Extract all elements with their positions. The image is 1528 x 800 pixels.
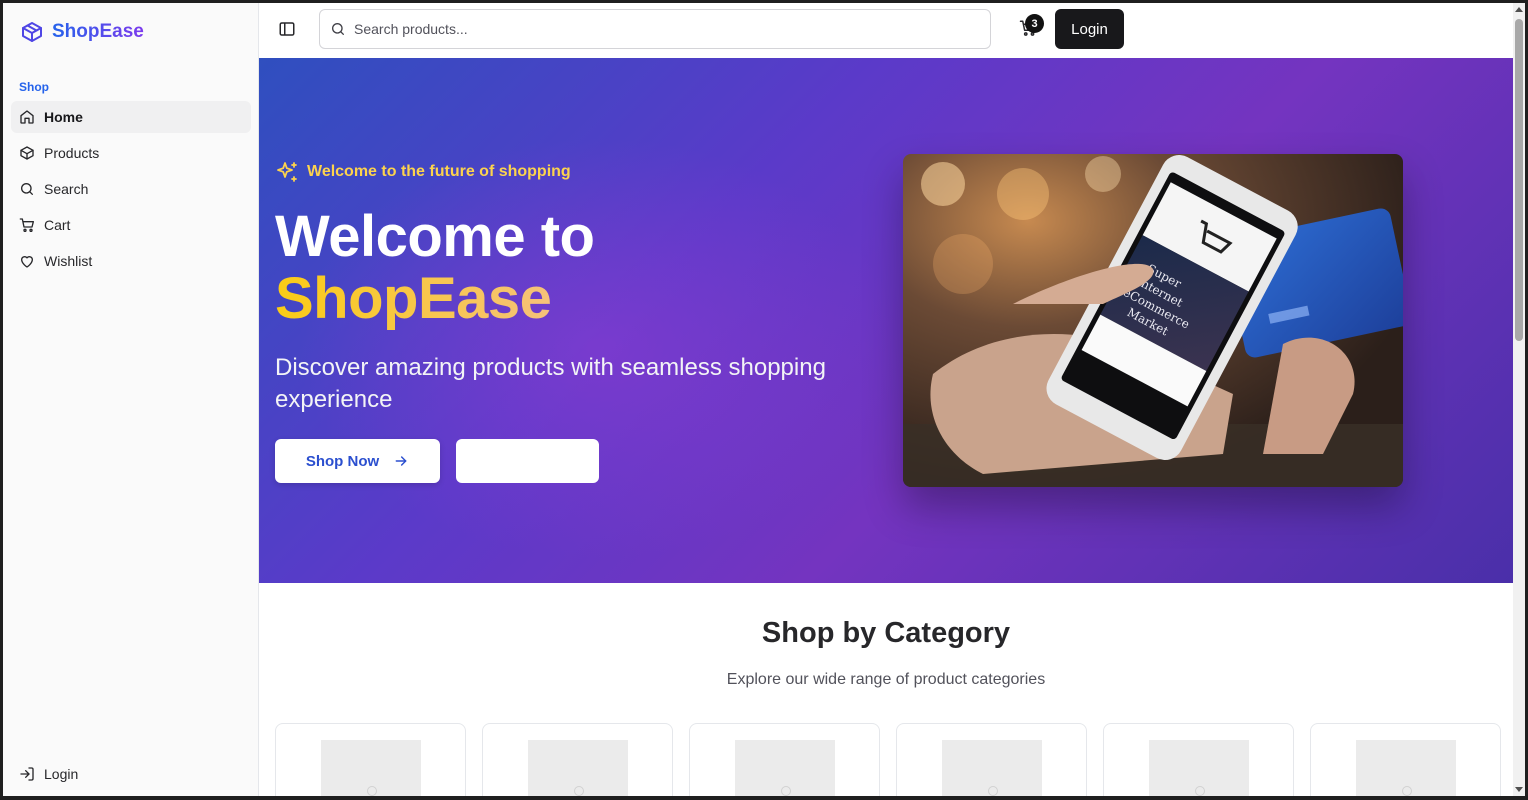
category-section-title: Shop by Category [761,617,1011,649]
main-content: 3 Login Welcome to the future of shoppin… [259,3,1513,796]
sidebar-login-label: Login [44,766,79,782]
scroll-up-arrow-icon[interactable] [1515,7,1523,12]
category-card[interactable] [482,723,673,796]
hero-tagline-text: Welcome to the future of shopping [307,163,571,180]
sidebar-item-home[interactable]: Home [11,101,251,133]
hero-photo-illustration: Super Internet eCommerce Market [903,154,1403,487]
search-icon [21,183,33,195]
search-input[interactable] [354,21,954,37]
hero-title: Welcome to ShopEase [275,204,595,330]
sparkles-icon [277,162,297,182]
brand[interactable]: ShopEase [20,20,144,44]
shop-now-button[interactable]: Shop Now [275,439,440,483]
category-grid [275,723,1501,796]
cart-count-badge: 3 [1025,14,1044,33]
sidebar-item-search[interactable]: Search [11,173,251,205]
vertical-scrollbar[interactable] [1513,3,1525,796]
secondary-hero-button[interactable] [456,439,599,483]
brand-name: ShopEase [52,21,144,42]
category-card[interactable] [689,723,880,796]
app-window: ShopEase Shop Home Products Search Cart [0,0,1528,800]
hero-subtitle: Discover amazing products with seamless … [275,354,826,413]
category-card[interactable] [1310,723,1501,796]
nav-group-label: Shop [19,80,49,94]
hero-title-brand: ShopEase [275,268,594,330]
panel-left-icon [279,22,295,36]
category-image-placeholder [1148,740,1249,796]
heart-icon [21,256,33,268]
sidebar-login[interactable]: Login [19,766,78,782]
search-icon [332,23,344,35]
category-card[interactable] [275,723,466,796]
sidebar-item-products[interactable]: Products [11,137,251,169]
category-card[interactable] [896,723,1087,796]
login-icon [20,767,34,781]
category-image-placeholder [734,740,835,796]
package-icon [22,22,42,42]
sidebar-item-label: Home [44,109,83,125]
category-image-placeholder [320,740,421,796]
shop-now-label: Shop Now [305,452,380,470]
box-icon [20,146,34,160]
sidebar-nav: Home Products Search Cart Wishlist [11,101,251,281]
sidebar-item-wishlist[interactable]: Wishlist [11,245,251,277]
hero-image: Super Internet eCommerce Market [903,154,1403,487]
category-card[interactable] [1103,723,1294,796]
sidebar-toggle-button[interactable] [278,20,300,42]
scroll-thumb[interactable] [1515,19,1523,341]
scroll-down-arrow-icon[interactable] [1515,787,1523,792]
search-bar[interactable] [319,9,991,49]
hero-glow [299,138,899,558]
sidebar-item-label: Cart [44,217,71,233]
category-section-subtitle: Explore our wide range of product catego… [726,671,1046,688]
sidebar-item-label: Wishlist [44,253,93,269]
sidebar: ShopEase Shop Home Products Search Cart [3,3,259,796]
category-image-placeholder [1355,740,1456,796]
home-icon [20,110,34,124]
sidebar-item-label: Products [44,145,100,161]
category-image-placeholder [527,740,628,796]
hero-title-line1: Welcome to [275,204,595,269]
hero-section: Welcome to the future of shopping Welcom… [259,58,1513,583]
arrow-right-icon [395,456,407,466]
cart-icon [19,218,34,232]
sidebar-item-cart[interactable]: Cart [11,209,251,241]
sidebar-item-label: Search [44,181,89,197]
top-bar: 3 Login [259,3,1513,58]
login-button[interactable]: Login [1055,9,1124,49]
hero-tagline: Welcome to the future of shopping [275,160,571,184]
category-image-placeholder [941,740,1042,796]
